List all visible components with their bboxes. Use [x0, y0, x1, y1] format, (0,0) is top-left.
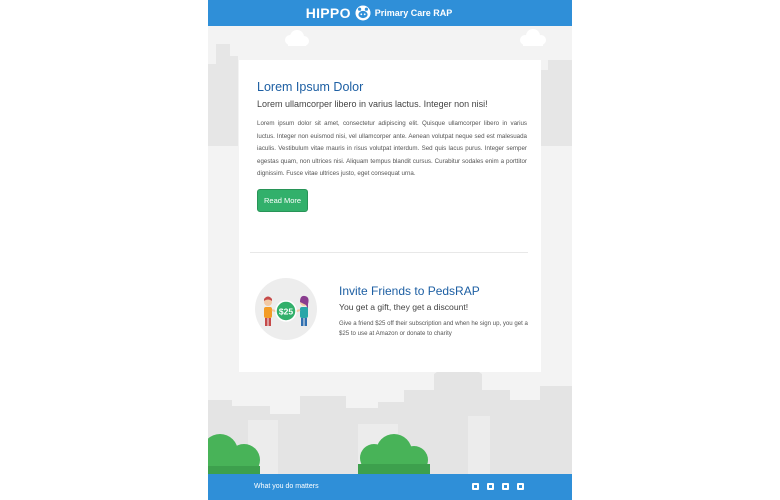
section-divider [250, 252, 528, 253]
article-title: Lorem Ipsum Dolor [257, 80, 364, 94]
coin-amount: $25 [279, 307, 293, 317]
read-more-button[interactable]: Read More [257, 188, 309, 212]
rss-icon[interactable] [502, 483, 509, 490]
facebook-icon[interactable] [472, 483, 479, 490]
email-container: HIPPO Primary Care RAP Lorem Ipsum Dolor… [208, 0, 572, 500]
invite-subtitle: You get a gift, they get a discount! [339, 302, 469, 312]
brand-name: HIPPO [305, 5, 351, 21]
invite-title: Invite Friends to PedsRAP [339, 284, 480, 298]
brand-logo[interactable]: HIPPO Primary Care RAP [306, 5, 453, 21]
invite-section: Invite Friends to PedsRAP You get a gift… [339, 283, 539, 339]
twitter-icon[interactable] [487, 483, 494, 490]
article-body: Lorem ipsum dolor sit amet, consectetur … [257, 120, 527, 178]
linkedin-icon[interactable] [517, 483, 524, 490]
article-section: Lorem Ipsum Dolor Lorem ullamcorper libe… [257, 78, 527, 212]
invite-body: Give a friend $25 off their subscription… [339, 320, 528, 337]
hippo-face-icon [355, 5, 371, 21]
footer-bar: What you do matters [208, 474, 572, 500]
invite-friends-illustration: $25 [255, 278, 317, 340]
article-subtitle: Lorem ullamcorper libero in varius lactu… [257, 99, 488, 109]
footer-tagline: What you do matters [254, 483, 319, 490]
social-links [472, 483, 524, 490]
header-bar: HIPPO Primary Care RAP [208, 0, 572, 26]
product-name: Primary Care RAP [374, 8, 453, 18]
